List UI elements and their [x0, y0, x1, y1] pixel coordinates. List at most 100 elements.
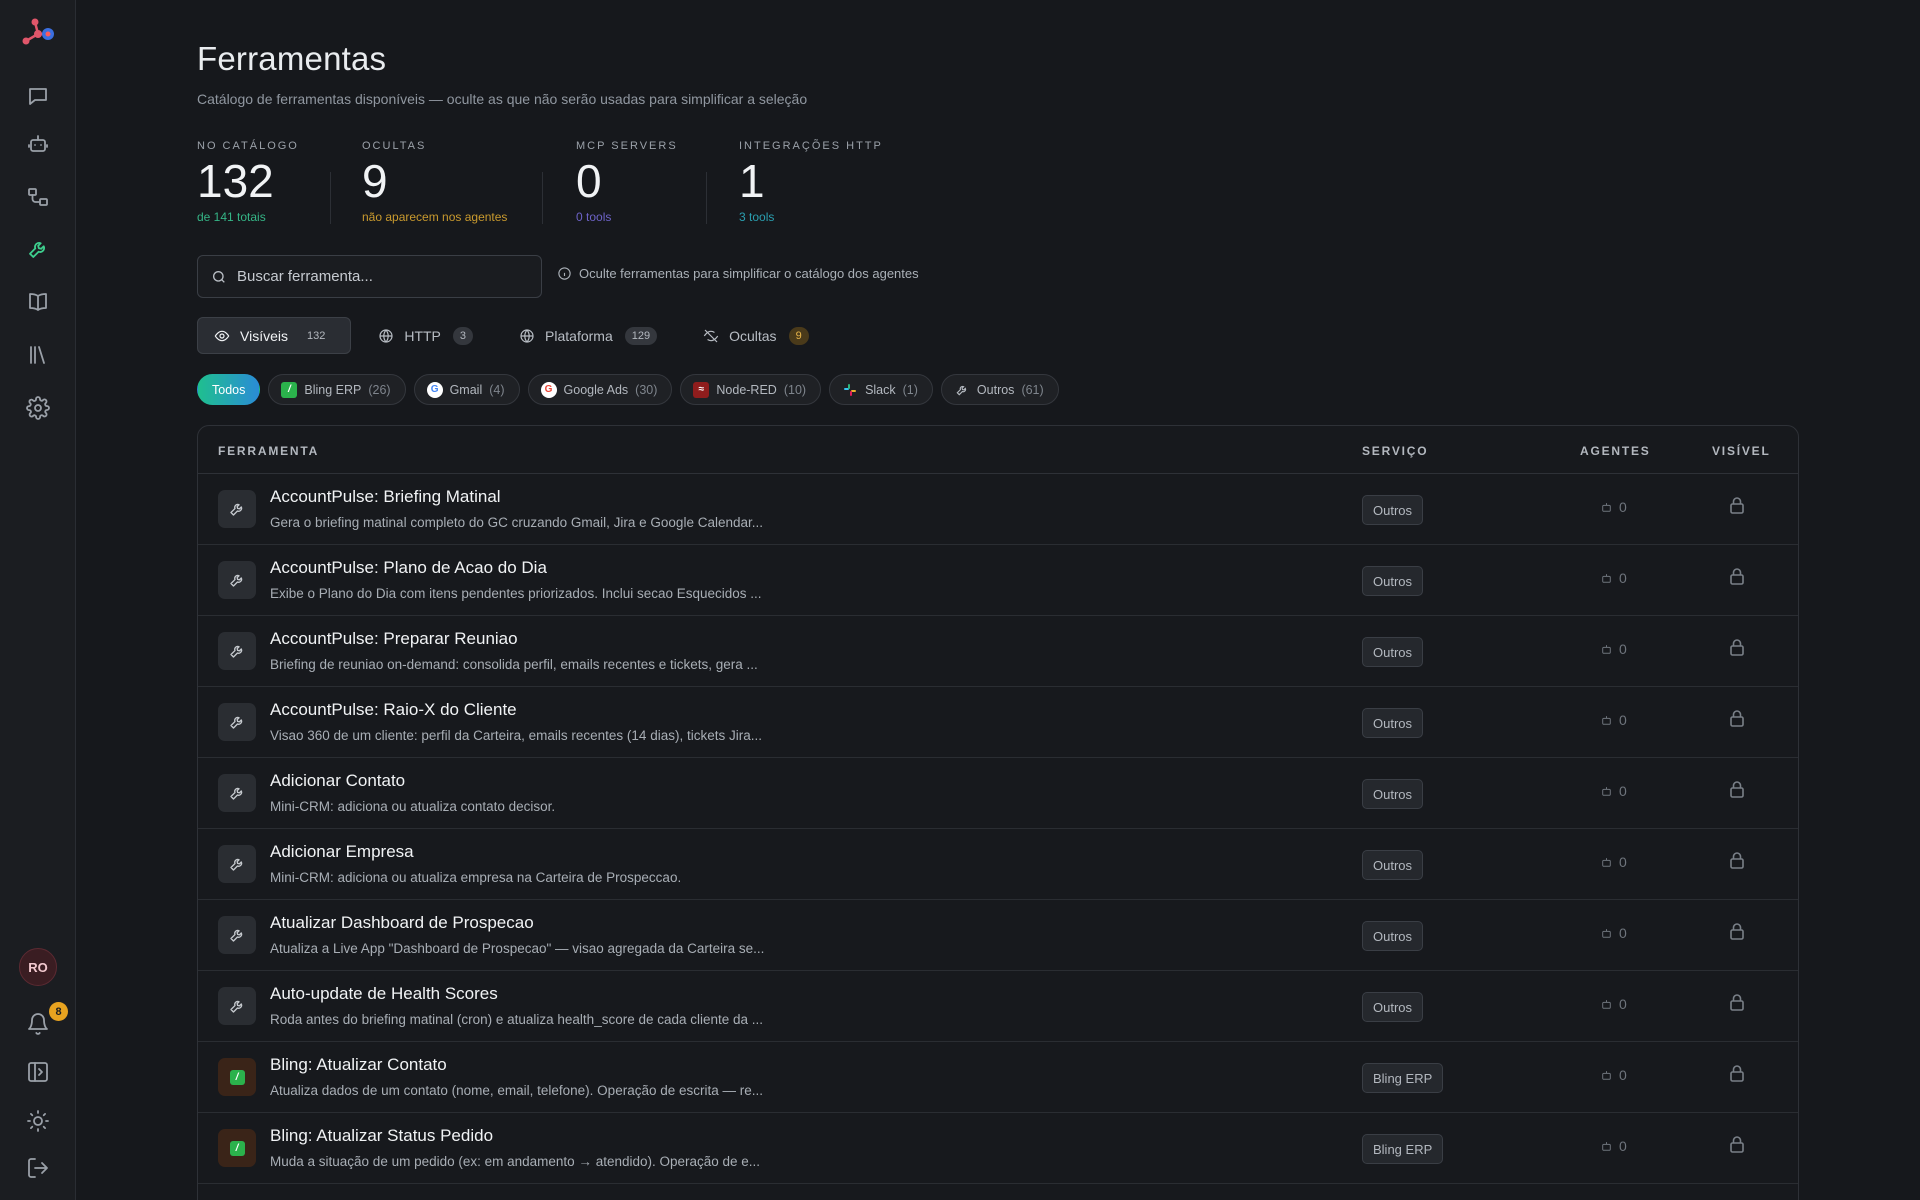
stat-http: INTEGRAÇÕES HTTP 1 3 tools [739, 140, 883, 224]
table-row[interactable]: AccountPulse: Plano de Acao do Dia Exibe … [198, 545, 1798, 616]
tool-name[interactable]: Adicionar Contato [270, 771, 405, 791]
tool-description: Roda antes do briefing matinal (cron) e … [270, 1012, 764, 1027]
column-header-tool[interactable]: FERRAMENTA [218, 444, 319, 458]
stat-sub: 3 tools [739, 210, 775, 224]
table-row[interactable]: AccountPulse: Raio-X do Cliente Visao 360… [198, 687, 1798, 758]
wrench-icon [218, 632, 256, 670]
agents-count: 0 [1600, 925, 1627, 941]
agents-count: 0 [1600, 499, 1627, 515]
chip-slack[interactable]: Slack (1) [829, 374, 933, 405]
chip-bling[interactable]: / Bling ERP (26) [268, 374, 406, 405]
table-row[interactable]: / Bling: Atualizar Status Pedido Muda a si… [198, 1113, 1798, 1184]
chat-icon[interactable] [18, 76, 58, 116]
lock-icon[interactable] [1729, 496, 1745, 519]
logout-icon[interactable] [18, 1148, 58, 1188]
chip-todos[interactable]: Todos [197, 374, 261, 405]
tool-description: Atualiza a Live App "Dashboard de Prospe… [270, 941, 765, 956]
chip-label: Node-RED [716, 382, 777, 397]
wrench-icon [218, 987, 256, 1025]
settings-icon[interactable] [18, 388, 58, 428]
table-row[interactable]: Auto-update de Health Scores Roda antes d… [198, 971, 1798, 1042]
tab-plataforma[interactable]: Plataforma 129 [502, 317, 676, 354]
tool-name[interactable]: AccountPulse: Raio-X do Cliente [270, 700, 517, 720]
lock-icon[interactable] [1729, 851, 1745, 874]
lock-icon[interactable] [1729, 1135, 1745, 1158]
page-subtitle: Catálogo de ferramentas disponíveis — oc… [197, 91, 808, 107]
bling-icon: / [218, 1058, 256, 1096]
table-body: AccountPulse: Briefing Matinal Gera o bri… [198, 474, 1798, 1200]
book-icon[interactable] [18, 282, 58, 322]
column-header-visible[interactable]: VISÍVEL [1712, 444, 1771, 458]
search-input[interactable] [237, 268, 527, 285]
stat-value: 9 [362, 155, 388, 207]
service-badge: Outros [1362, 921, 1424, 951]
stat-label: OCULTAS [362, 140, 427, 152]
library-icon[interactable] [18, 335, 58, 375]
tab-label: Ocultas [729, 327, 777, 344]
tool-name[interactable]: Auto-update de Health Scores [270, 984, 498, 1004]
lock-icon[interactable] [1729, 993, 1745, 1016]
workflow-icon[interactable] [18, 177, 58, 217]
table-row[interactable]: Adicionar Empresa Mini-CRM: adiciona ou a… [198, 829, 1798, 900]
bot-icon [1602, 857, 1611, 867]
avatar[interactable]: RO [19, 948, 57, 986]
chip-google-ads[interactable]: G Google Ads (30) [527, 374, 673, 405]
stat-sub: não aparecem nos agentes [362, 210, 508, 224]
search-box[interactable] [197, 255, 542, 298]
column-header-agents[interactable]: AGENTES [1580, 444, 1651, 458]
table-row[interactable]: /Bling: Baixar Conta a PagarBling ERP0 [198, 1184, 1798, 1200]
chip-gmail[interactable]: G Gmail (4) [413, 374, 520, 405]
lock-icon[interactable] [1729, 567, 1745, 590]
lock-icon[interactable] [1729, 922, 1745, 945]
stat-hidden: OCULTAS 9 não aparecem nos agentes [362, 140, 507, 224]
lock-icon[interactable] [1729, 1064, 1745, 1087]
lock-icon[interactable] [1729, 709, 1745, 732]
chip-label: Google Ads [563, 382, 629, 397]
app-logo-icon[interactable] [18, 14, 58, 54]
wrench-icon[interactable] [18, 229, 58, 269]
table-row[interactable]: AccountPulse: Briefing Matinal Gera o bri… [198, 474, 1798, 545]
tab-visiveis[interactable]: Visíveis 132 [197, 317, 352, 354]
tab-ocultas[interactable]: Ocultas 9 [686, 317, 828, 354]
lock-icon[interactable] [1729, 638, 1745, 661]
table-row[interactable]: / Bling: Atualizar Contato Atualiza dados … [198, 1042, 1798, 1113]
tab-label: HTTP [404, 327, 441, 344]
sidebar: RO 8 [0, 0, 76, 1200]
tool-name[interactable]: Atualizar Dashboard de Prospecao [270, 913, 534, 933]
stat-mcp: MCP SERVERS 0 0 tools [576, 140, 678, 224]
service-chips: Todos / Bling ERP (26) G Gmail (4) G Goo… [197, 374, 1059, 405]
tool-description: Visao 360 de um cliente: perfil da Carte… [270, 728, 762, 743]
tool-name[interactable]: Bling: Atualizar Contato [270, 1055, 447, 1075]
wrench-icon [218, 916, 256, 954]
sidebar-toggle-icon[interactable] [18, 1052, 58, 1092]
tab-http[interactable]: HTTP 3 [361, 317, 492, 354]
tool-description: Gera o briefing matinal completo do GC c… [270, 515, 763, 530]
globe-icon [379, 328, 393, 343]
sun-icon[interactable] [18, 1101, 58, 1141]
chip-count: (4) [489, 382, 505, 397]
tools-table: FERRAMENTA SERVIÇO AGENTES VISÍVEL Accou… [197, 425, 1799, 1200]
tool-name[interactable]: Adicionar Empresa [270, 842, 414, 862]
lock-icon[interactable] [1729, 780, 1745, 803]
bot-icon [1602, 715, 1611, 725]
chip-outros[interactable]: Outros (61) [940, 374, 1059, 405]
bot-icon[interactable] [18, 124, 58, 164]
stat-value: 0 [576, 155, 602, 207]
tool-name[interactable]: Bling: Atualizar Status Pedido [270, 1126, 493, 1146]
bot-icon [1602, 1141, 1611, 1151]
table-row[interactable]: Atualizar Dashboard de Prospecao Atualiza… [198, 900, 1798, 971]
table-row[interactable]: AccountPulse: Preparar Reuniao Briefing d… [198, 616, 1798, 687]
stat-catalog: NO CATÁLOGO 132 de 141 totais [197, 140, 299, 224]
bling-icon: / [281, 381, 298, 398]
slack-icon [842, 382, 858, 398]
tool-name[interactable]: AccountPulse: Preparar Reuniao [270, 629, 518, 649]
tool-name[interactable]: AccountPulse: Plano de Acao do Dia [270, 558, 547, 578]
bot-icon [1602, 644, 1611, 654]
service-badge: Outros [1362, 992, 1424, 1022]
chip-node-red[interactable]: ≈ Node-RED (10) [680, 374, 822, 405]
column-header-service[interactable]: SERVIÇO [1362, 444, 1428, 458]
table-row[interactable]: Adicionar Contato Mini-CRM: adiciona ou a… [198, 758, 1798, 829]
wrench-icon [218, 490, 256, 528]
chip-label: Outros [976, 382, 1015, 397]
tool-name[interactable]: AccountPulse: Briefing Matinal [270, 487, 501, 507]
